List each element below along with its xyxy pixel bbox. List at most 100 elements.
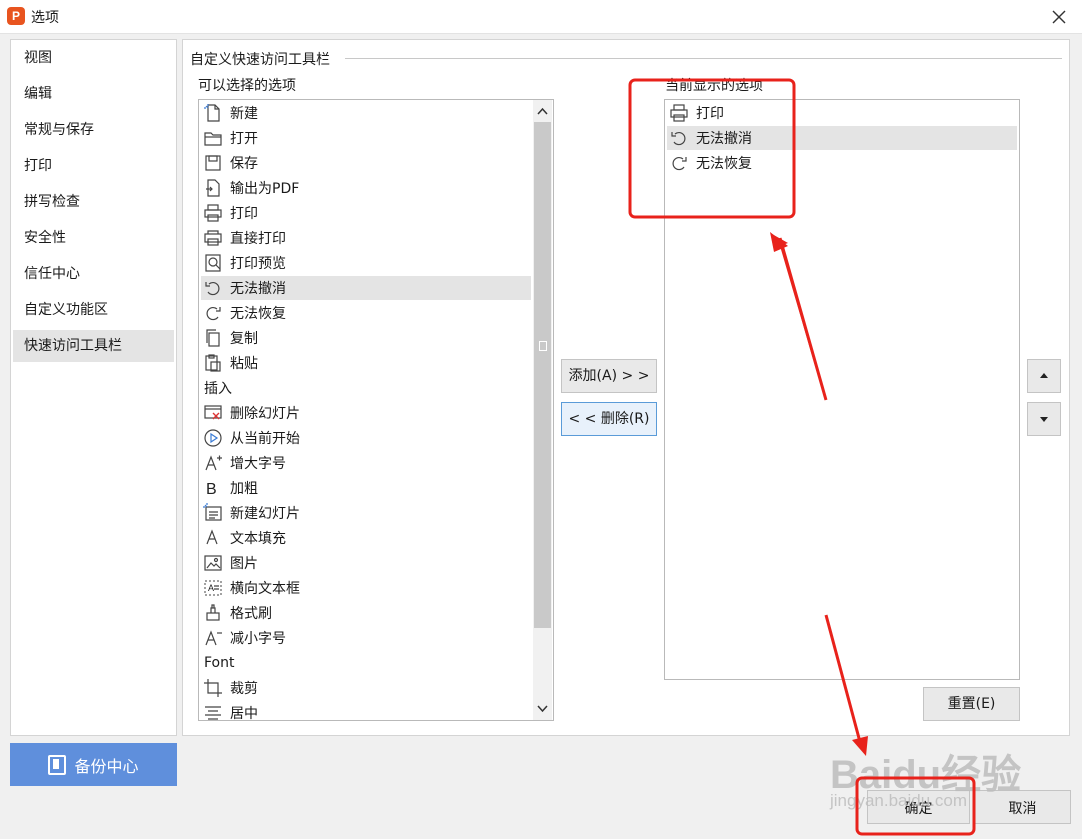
- available-item[interactable]: 打印: [201, 201, 531, 225]
- item-label: 格式刷: [230, 606, 272, 622]
- item-label: 直接打印: [230, 231, 286, 247]
- available-item[interactable]: 粘贴: [201, 351, 531, 375]
- backup-center-button[interactable]: 备份中心: [10, 743, 177, 786]
- format-painter-icon: [206, 604, 220, 621]
- text-fill-icon: [206, 529, 218, 545]
- nav-item-6[interactable]: 安全性: [13, 222, 174, 254]
- available-item[interactable]: 新建: [201, 101, 531, 125]
- current-item[interactable]: 无法撤消: [667, 126, 1017, 150]
- nav-item-5[interactable]: 拼写检查: [13, 186, 174, 218]
- available-item[interactable]: 格式刷: [201, 601, 531, 625]
- play-from-current-icon: [204, 429, 222, 447]
- remove-button[interactable]: < < 删除(R): [561, 402, 657, 436]
- item-label: 增大字号: [230, 456, 286, 472]
- available-item[interactable]: 图片: [201, 551, 531, 575]
- current-item[interactable]: 打印: [667, 101, 1017, 125]
- picture-icon: [204, 555, 222, 571]
- chevron-down-icon: [537, 705, 548, 713]
- backup-icon: [48, 754, 67, 775]
- available-item[interactable]: 无法恢复: [201, 301, 531, 325]
- current-item[interactable]: 无法恢复: [667, 151, 1017, 175]
- copy-icon: [206, 329, 220, 347]
- redo-icon: [672, 156, 687, 171]
- available-item[interactable]: 输出为PDF: [201, 176, 531, 200]
- available-item[interactable]: 减小字号: [201, 626, 531, 650]
- available-item[interactable]: 文本填充: [201, 526, 531, 550]
- save-icon: [205, 155, 221, 171]
- available-options-list[interactable]: 新建打开保存 输出为PDF 打印直接打印打印预览无法撤消无法恢复复制粘贴插入删除幻灯…: [198, 99, 554, 721]
- nav-item-8[interactable]: 自定义功能区: [13, 294, 174, 326]
- available-item[interactable]: 新建幻灯片: [201, 501, 531, 525]
- delete-slide-icon: [204, 405, 222, 420]
- available-item[interactable]: 增大字号: [201, 451, 531, 475]
- scroll-grip: [539, 341, 547, 351]
- available-item[interactable]: 删除幻灯片: [201, 401, 531, 425]
- item-label: 裁剪: [230, 681, 258, 697]
- item-label: 粘贴: [230, 356, 258, 372]
- bold-icon: B: [206, 481, 217, 498]
- available-item[interactable]: 居中: [201, 701, 531, 721]
- nav-item-7[interactable]: 信任中心: [13, 258, 174, 290]
- available-item[interactable]: 保存: [201, 151, 531, 175]
- move-down-button[interactable]: [1027, 402, 1061, 436]
- available-item[interactable]: 无法撤消: [201, 276, 531, 300]
- nav-item-4[interactable]: 打印: [13, 150, 174, 182]
- options-nav: 视图编辑常规与保存打印拼写检查安全性信任中心自定义功能区 快速访问工具栏: [10, 39, 177, 736]
- item-label: 无法撤消: [696, 131, 752, 147]
- item-label: 居中: [230, 706, 258, 721]
- item-label: 打印预览: [230, 256, 286, 272]
- item-label: 打开: [230, 131, 258, 147]
- available-item[interactable]: 裁剪: [201, 676, 531, 700]
- paste-icon: [205, 354, 221, 372]
- nav-item-2[interactable]: 编辑: [13, 78, 174, 110]
- available-list-scrollbar[interactable]: [533, 100, 552, 720]
- crop-icon: [204, 679, 222, 697]
- item-label: 新建: [230, 106, 258, 122]
- reset-button[interactable]: 重置(E): [923, 687, 1020, 721]
- item-label: 加粗: [230, 481, 258, 497]
- available-item[interactable]: 复制: [201, 326, 531, 350]
- item-label: 无法恢复: [230, 306, 286, 322]
- nav-item-1[interactable]: 视图: [13, 42, 174, 74]
- item-label: 打印: [230, 206, 258, 222]
- close-button[interactable]: [1046, 4, 1072, 30]
- available-options-label: 可以选择的选项: [198, 78, 296, 94]
- add-button[interactable]: 添加(A) > >: [561, 359, 657, 393]
- move-up-button[interactable]: [1027, 359, 1061, 393]
- item-label: 复制: [230, 331, 258, 347]
- undo-icon: [671, 131, 686, 146]
- scroll-down-button[interactable]: [533, 698, 552, 720]
- pdf-export-icon: [206, 179, 220, 197]
- align-center-icon: [205, 706, 221, 720]
- chevron-up-icon: [537, 107, 548, 115]
- available-item[interactable]: 打开: [201, 126, 531, 150]
- watermark-url: jingyan.baidu.com: [830, 791, 968, 810]
- current-options-label: 当前显示的选项: [665, 78, 763, 94]
- scroll-up-button[interactable]: [533, 100, 552, 122]
- dialog-title: 选项: [31, 10, 59, 26]
- font-grow-icon: [205, 455, 222, 471]
- group-title: 自定义快速访问工具栏: [190, 49, 334, 69]
- available-item[interactable]: 从当前开始: [201, 426, 531, 450]
- folder-open-icon: [204, 132, 222, 146]
- printer-icon: [670, 104, 688, 122]
- item-label: Font: [204, 655, 235, 671]
- nav-item-3[interactable]: 常规与保存: [13, 114, 174, 146]
- available-item[interactable]: A 横向文本框: [201, 576, 531, 600]
- category-header: 插入: [201, 376, 531, 400]
- current-options-list[interactable]: 打印无法撤消无法恢复: [664, 99, 1020, 680]
- text-box-icon: A: [204, 580, 222, 596]
- scroll-thumb[interactable]: [534, 122, 551, 628]
- available-item[interactable]: 直接打印: [201, 226, 531, 250]
- nav-item-9[interactable]: 快速访问工具栏: [13, 330, 174, 362]
- available-item[interactable]: B 加粗: [201, 476, 531, 500]
- svg-text:A: A: [208, 583, 214, 593]
- item-label: 图片: [230, 556, 258, 572]
- available-item[interactable]: 打印预览: [201, 251, 531, 275]
- item-label: 删除幻灯片: [230, 406, 300, 422]
- print-preview-icon: [205, 254, 221, 272]
- new-slide-icon: [203, 503, 222, 521]
- new-doc-icon: [204, 104, 220, 122]
- item-label: 无法恢复: [696, 156, 752, 172]
- font-shrink-icon: [205, 630, 222, 646]
